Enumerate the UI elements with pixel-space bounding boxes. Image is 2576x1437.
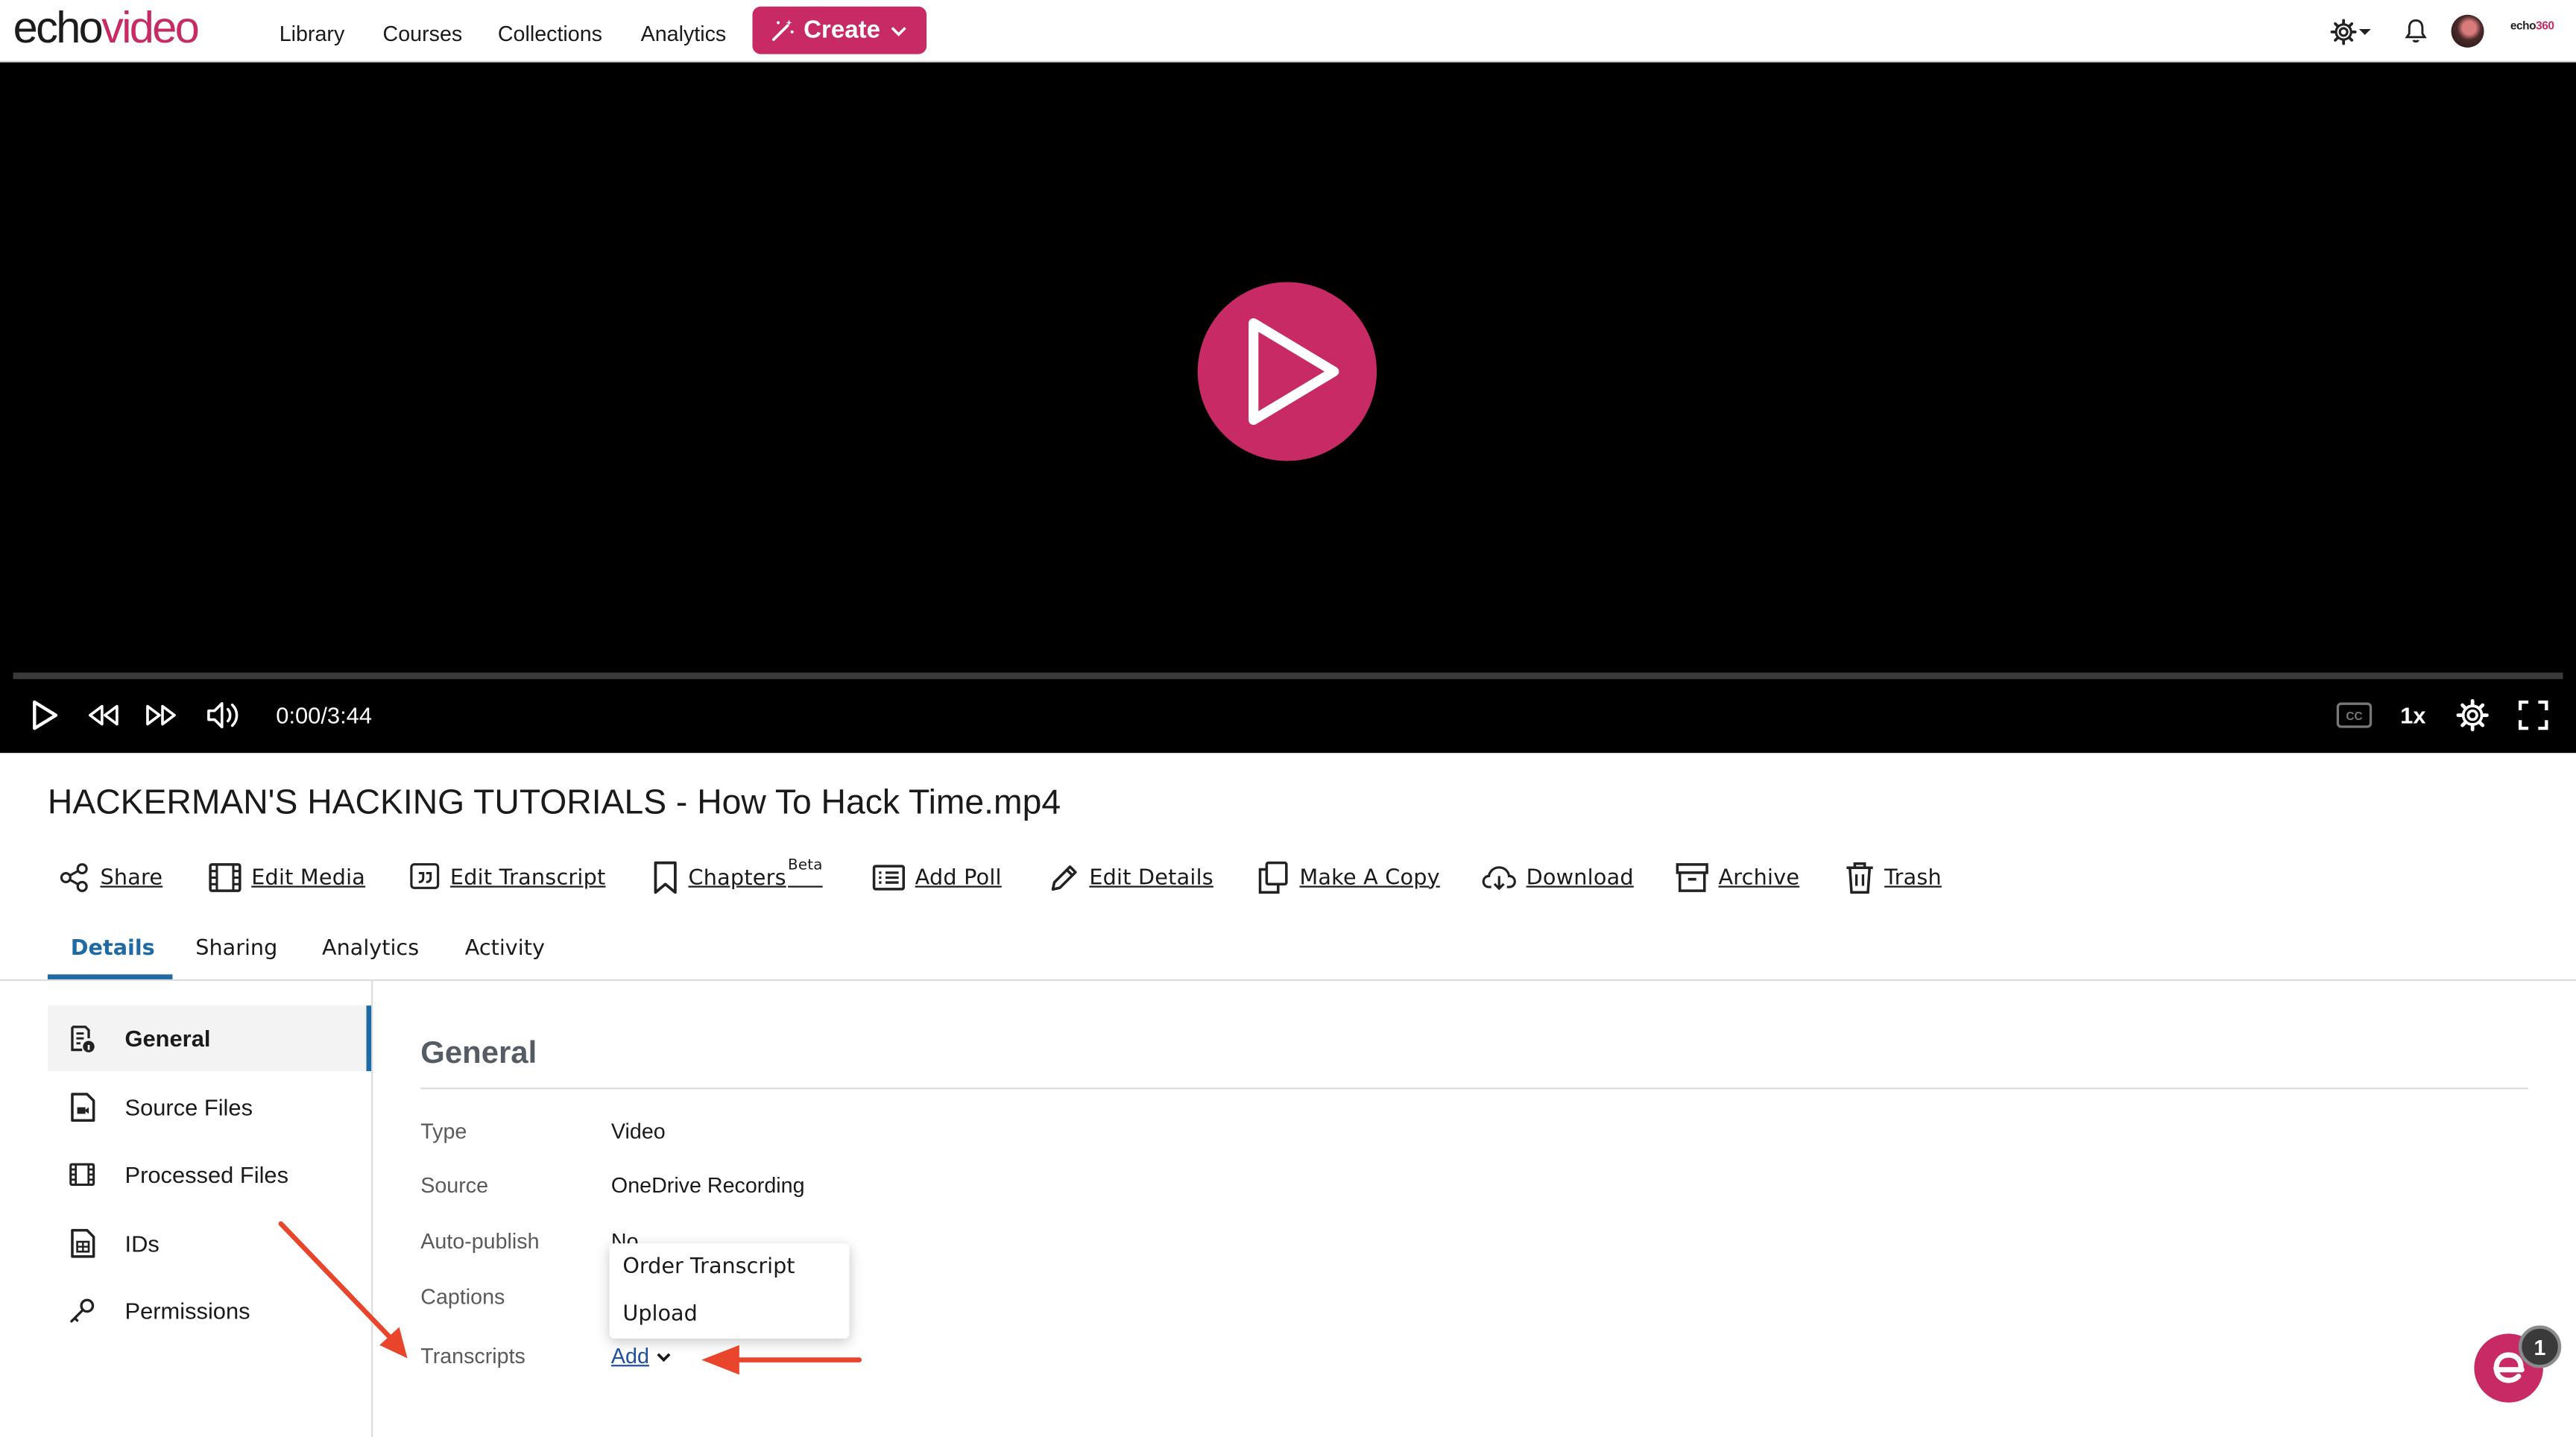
annotation-arrows — [278, 1221, 862, 1375]
annotation-arrow-diagonal — [278, 1221, 408, 1359]
chat-notification-badge: 1 — [2518, 1325, 2562, 1368]
app-root: echovideo Library Courses Collections An… — [0, 0, 2576, 1437]
annotation-arrow-horizontal — [701, 1345, 862, 1375]
